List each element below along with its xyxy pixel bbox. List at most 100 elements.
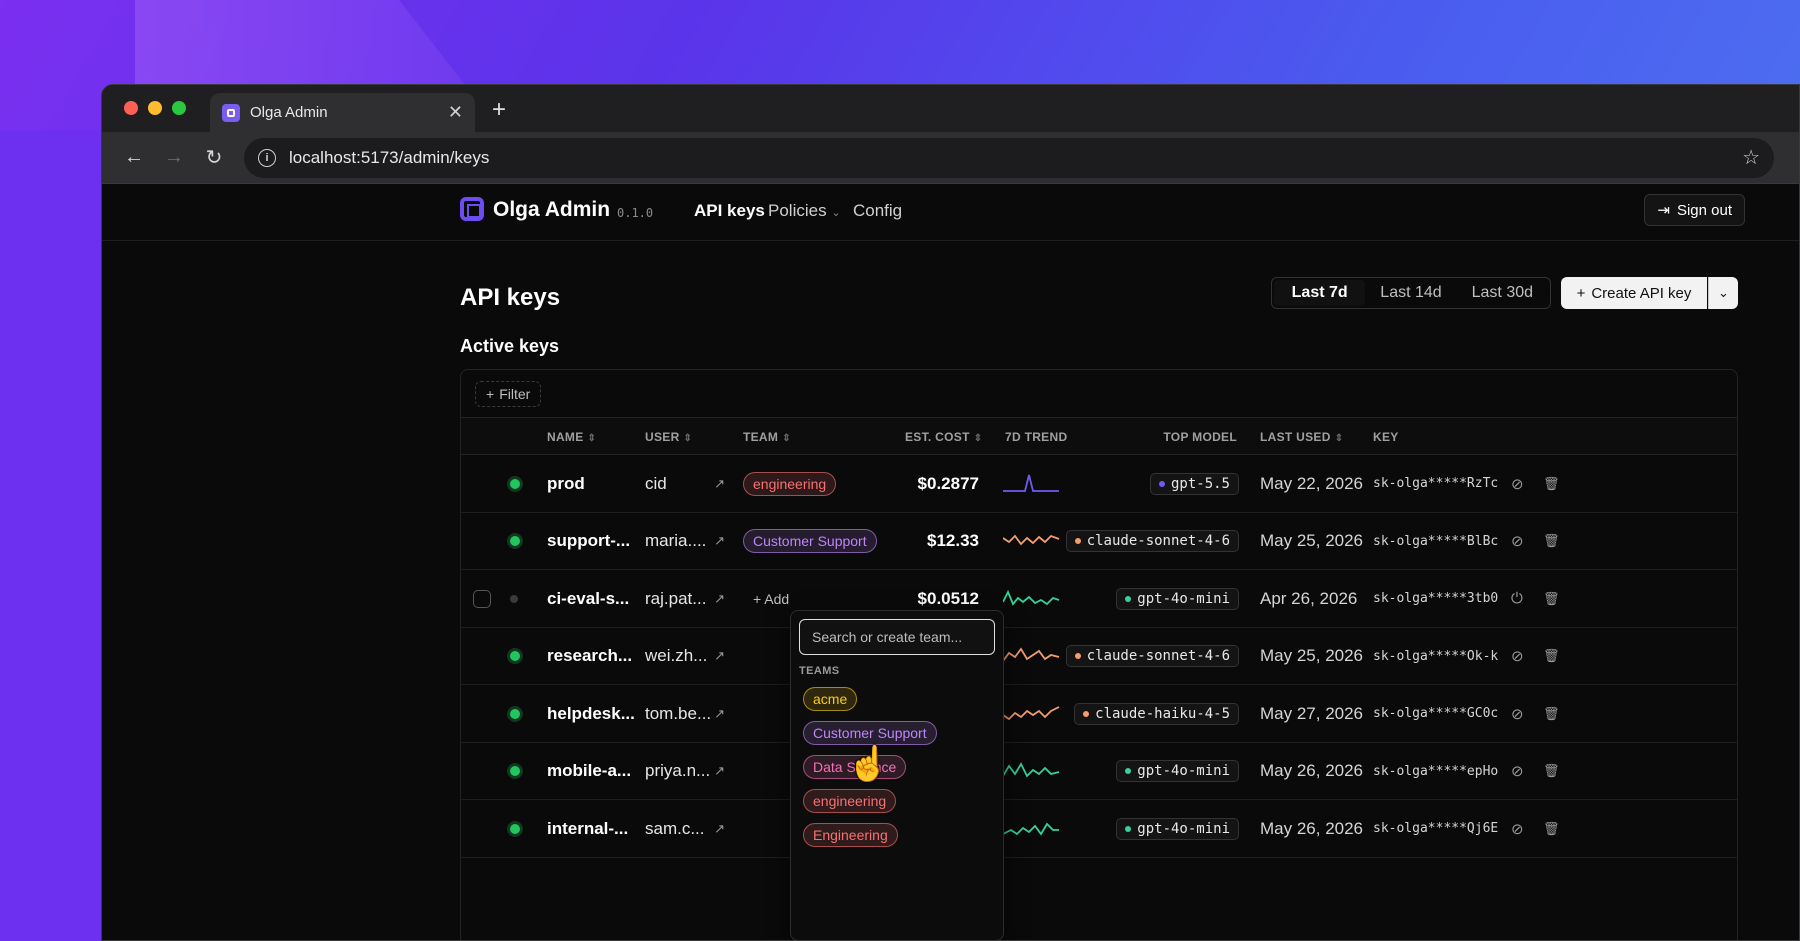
user-cell[interactable]: wei.zh... ↗ (645, 628, 725, 685)
disable-key-icon[interactable]: ⊘ (1511, 455, 1524, 512)
user-cell[interactable]: sam.c... ↗ (645, 800, 725, 857)
site-info-icon[interactable]: i (258, 148, 276, 167)
nav-config[interactable]: Config (853, 201, 902, 221)
user-cell[interactable]: tom.be... ↗ (645, 685, 725, 742)
forward-icon[interactable]: → (158, 146, 190, 169)
table-row[interactable]: research...wei.zh...↗7.20claude-sonnet-4… (461, 628, 1737, 685)
disable-key-icon[interactable]: ⊘ (1511, 800, 1524, 857)
sign-out-button[interactable]: ⇥ Sign out (1644, 194, 1745, 226)
model-dot-icon (1158, 480, 1165, 487)
key-name[interactable]: ci-eval-s... (547, 570, 629, 627)
new-tab-icon[interactable]: + (492, 96, 506, 124)
external-link-icon[interactable]: ↗ (714, 533, 725, 549)
range-14d[interactable]: Last 14d (1365, 280, 1456, 306)
column-header-label: EST. COST (905, 430, 970, 444)
table-body: prod cid ↗ engineering $0.2877 gpt-5.5 May 22,… (461, 455, 1737, 858)
table-row[interactable]: internal-...sam.c...↗392gpt-4o-miniMay 2… (461, 800, 1737, 858)
key-name[interactable]: research... (547, 628, 632, 685)
trash-icon[interactable]: 🗑 (1543, 800, 1560, 857)
brand-name: Olga Admin (493, 198, 611, 221)
model-name: claude-sonnet-4-6 (1086, 648, 1230, 664)
team-search-input[interactable]: Search or create team... (799, 619, 995, 655)
team-cell: + Add (753, 570, 789, 627)
disable-key-icon[interactable]: ⊘ (1511, 513, 1524, 570)
table-row[interactable]: helpdesk...tom.be...↗1.60claude-haiku-4-… (461, 685, 1737, 743)
table-row[interactable]: prod cid ↗ engineering $0.2877 gpt-5.5 May 22,… (461, 455, 1737, 513)
user-cell[interactable]: maria.... ↗ (645, 513, 725, 570)
team-option[interactable]: Engineering (803, 823, 898, 847)
column-header[interactable]: KEY (1373, 430, 1399, 444)
team-option[interactable]: acme (803, 687, 858, 711)
column-header[interactable]: 7D TREND (1005, 430, 1067, 444)
last-used: May 25, 2026 (1260, 646, 1364, 665)
bookmark-star-icon[interactable]: ☆ (1742, 145, 1760, 170)
add-team-button[interactable]: + Add (753, 591, 789, 607)
table-row[interactable]: mobile-a...priya.n...↗052gpt-4o-miniMay … (461, 743, 1737, 800)
disable-key-icon[interactable]: ⊘ (1511, 628, 1524, 685)
range-30d[interactable]: Last 30d (1457, 280, 1548, 306)
create-options-dropdown[interactable]: ⌄ (1708, 277, 1738, 309)
external-link-icon[interactable]: ↗ (714, 476, 725, 492)
team-option[interactable]: engineering (803, 789, 897, 813)
trash-icon[interactable]: 🗑 (1543, 570, 1560, 627)
team-badge[interactable]: Customer Support (743, 529, 877, 553)
team-badge[interactable]: engineering (743, 471, 837, 496)
sparkline-line (1003, 762, 1060, 778)
tab-title: Olga Admin (250, 104, 328, 121)
create-api-key-button[interactable]: + Create API key (1561, 277, 1707, 309)
external-link-icon[interactable]: ↗ (714, 821, 725, 837)
hand-cursor-icon: ☝ (847, 745, 890, 783)
trash-icon[interactable]: 🗑 (1543, 685, 1560, 742)
nav-policies[interactable]: Policies ⌄ (768, 201, 841, 221)
column-header[interactable]: TOP MODEL (1163, 430, 1237, 444)
key-name[interactable]: helpdesk... (547, 685, 635, 742)
disable-key-icon[interactable]: ⊘ (1511, 685, 1524, 742)
status-indicator (510, 651, 520, 661)
key-name[interactable]: prod (547, 455, 585, 512)
filter-button[interactable]: + Filter (475, 381, 542, 407)
key-name[interactable]: mobile-a... (547, 743, 631, 800)
table-row[interactable]: support-... maria.... ↗ Customer Support $12… (461, 513, 1737, 570)
sparkline-line (1003, 647, 1060, 662)
version-label: 0.1.0 (617, 206, 654, 220)
key-name[interactable]: internal-... (547, 800, 628, 857)
back-icon[interactable]: ← (118, 146, 150, 169)
minimize-window-button[interactable] (148, 101, 162, 115)
team-option[interactable]: Customer Support (803, 721, 937, 745)
nav-api-keys[interactable]: API keys (694, 201, 765, 221)
model-name: gpt-4o-mini (1137, 590, 1230, 607)
power-icon[interactable]: ⏻ (1511, 570, 1523, 627)
column-header[interactable]: TEAM ⇕ (743, 430, 791, 444)
user-cell[interactable]: raj.pat... ↗ (645, 570, 725, 627)
trash-icon[interactable]: 🗑 (1543, 455, 1560, 512)
key-name[interactable]: support-... (547, 513, 630, 570)
column-header[interactable]: LAST USED ⇕ (1260, 430, 1343, 444)
column-header[interactable]: EST. COST ⇕ (905, 430, 982, 444)
external-link-icon[interactable]: ↗ (714, 706, 725, 722)
trash-icon[interactable]: 🗑 (1543, 743, 1560, 800)
reload-icon[interactable]: ↻ (198, 145, 230, 170)
range-7d[interactable]: Last 7d (1274, 280, 1366, 306)
address-bar[interactable]: i localhost:5173/admin/keys ☆ (244, 137, 1774, 178)
close-tab-icon[interactable]: ✕ (448, 102, 463, 123)
top-model-cell: claude-haiku-4-5 (1074, 685, 1239, 742)
user-cell[interactable]: priya.n... ↗ (645, 743, 725, 800)
trash-icon[interactable]: 🗑 (1543, 513, 1560, 570)
external-link-icon[interactable]: ↗ (714, 763, 725, 779)
status-cell (510, 743, 520, 800)
row-checkbox[interactable] (473, 589, 491, 608)
column-header[interactable]: NAME ⇕ (547, 430, 596, 444)
external-link-icon[interactable]: ↗ (714, 648, 725, 664)
maximize-window-button[interactable] (172, 101, 186, 115)
column-header[interactable]: USER ⇕ (645, 430, 692, 444)
close-window-button[interactable] (124, 101, 138, 115)
browser-tab[interactable]: Olga Admin ✕ (210, 93, 475, 132)
last-used: May 26, 2026 (1260, 818, 1364, 838)
sort-icon: ⇕ (1334, 433, 1344, 444)
disable-key-icon[interactable]: ⊘ (1511, 743, 1524, 800)
browser-toolbar: ← → ↻ i localhost:5173/admin/keys ☆ (102, 132, 1799, 184)
trash-icon[interactable]: 🗑 (1543, 628, 1560, 685)
table-row[interactable]: ci-eval-s... raj.pat... ↗ + Add $0.0512 gpt-4… (461, 570, 1737, 628)
external-link-icon[interactable]: ↗ (714, 591, 725, 607)
user-cell[interactable]: cid ↗ (645, 455, 725, 512)
